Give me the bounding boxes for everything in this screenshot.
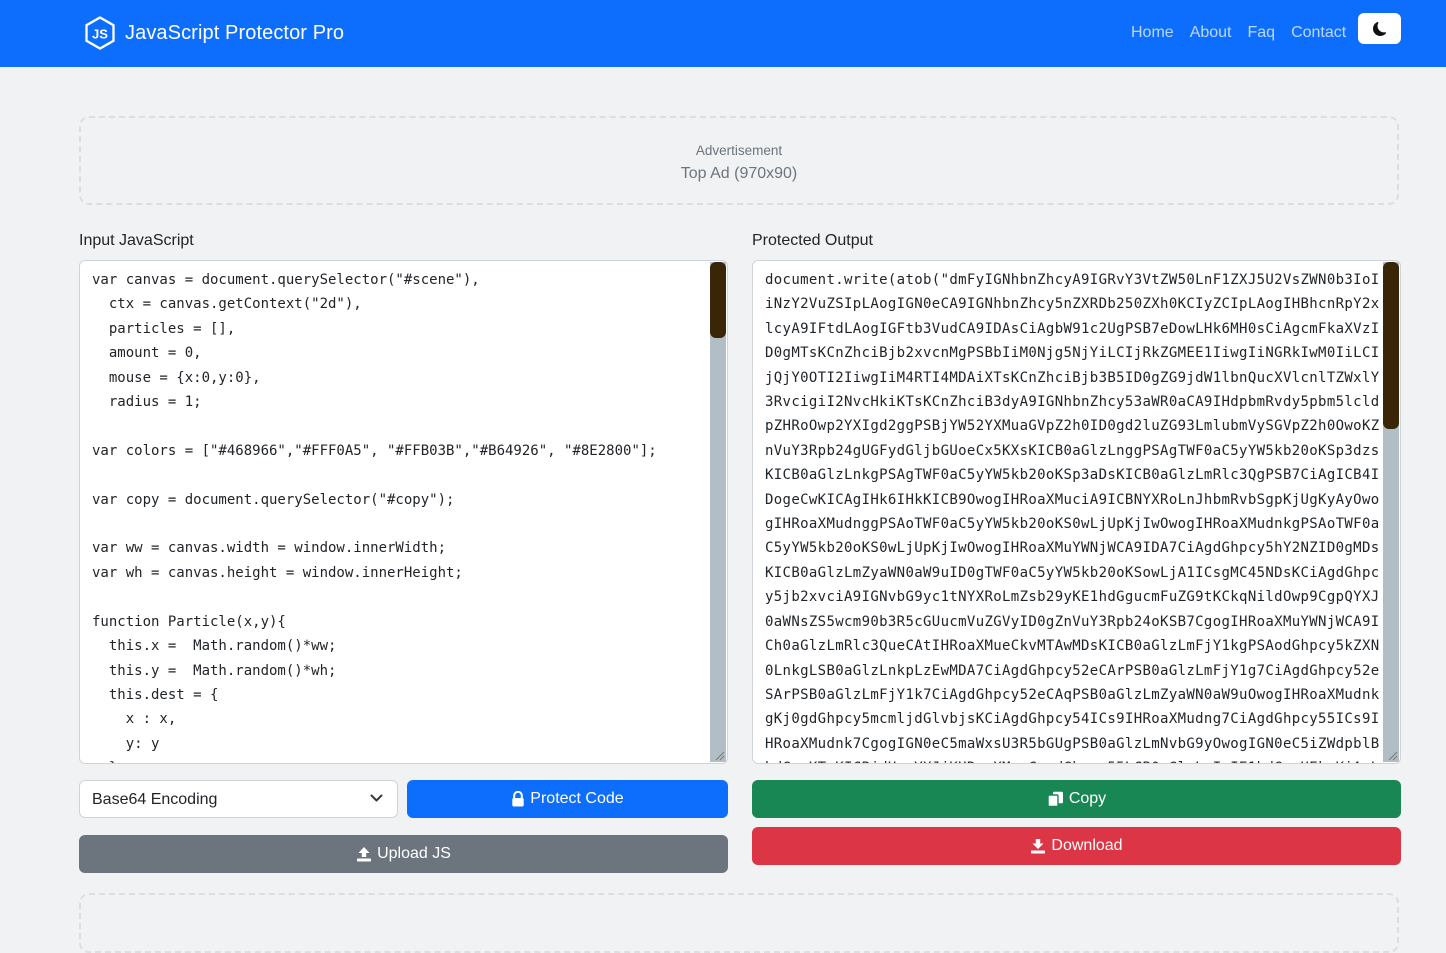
chevron-down-icon [370, 794, 383, 802]
top-ad-slot: Advertisement Top Ad (970x90) [79, 116, 1399, 205]
svg-text:JS: JS [92, 27, 108, 42]
input-code: var canvas = document.querySelector("#sc… [92, 272, 657, 763]
input-label: Input JavaScript [79, 232, 194, 249]
bottom-ad-slot [79, 893, 1399, 953]
brand-title: JavaScript Protector Pro [125, 21, 345, 44]
nav-link-about[interactable]: About [1190, 24, 1232, 42]
input-scrollbar[interactable] [710, 262, 726, 762]
protect-code-label: Protect Code [530, 790, 624, 807]
output-label: Protected Output [752, 232, 873, 249]
lock-icon [512, 791, 524, 807]
nav-links: Home About Faq Contact [1131, 24, 1362, 42]
output-scroll-thumb[interactable] [1383, 262, 1399, 429]
resize-grip-icon[interactable] [713, 749, 725, 761]
navbar: JS JavaScript Protector Pro Home About F… [0, 0, 1446, 67]
copy-label: Copy [1068, 790, 1107, 807]
download-button[interactable]: Download [752, 827, 1401, 865]
output-textarea[interactable]: document.write(atob("dmFyIGNhbnZhcyA9IGR… [752, 260, 1401, 764]
theme-toggle-button[interactable] [1358, 13, 1401, 44]
nav-link-home[interactable]: Home [1131, 24, 1174, 42]
brand-link[interactable]: JS JavaScript Protector Pro [84, 16, 344, 50]
nav-link-contact[interactable]: Contact [1291, 24, 1346, 42]
input-scroll-thumb[interactable] [710, 262, 726, 338]
ad-label: Advertisement [695, 143, 783, 158]
copy-button[interactable]: Copy [752, 780, 1401, 818]
resize-grip-icon[interactable] [1386, 749, 1398, 761]
encoding-select[interactable]: Base64 Encoding [79, 780, 398, 818]
protect-code-button[interactable]: Protect Code [407, 780, 728, 818]
output-code: document.write(atob("dmFyIGNhbnZhcyA9IGR… [765, 272, 1380, 763]
moon-icon [1372, 21, 1386, 36]
ad-size: Top Ad (970x90) [680, 165, 798, 182]
download-label: Download [1051, 837, 1123, 854]
output-scrollbar[interactable] [1383, 262, 1399, 762]
upload-icon [357, 847, 372, 862]
download-icon [1031, 839, 1046, 854]
nodejs-logo-icon: JS [85, 16, 115, 50]
input-textarea[interactable]: var canvas = document.querySelector("#sc… [79, 260, 728, 764]
encoding-select-value: Base64 Encoding [92, 791, 218, 808]
copy-icon [1047, 791, 1063, 807]
nav-link-faq[interactable]: Faq [1248, 24, 1276, 42]
upload-js-button[interactable]: Upload JS [79, 835, 728, 873]
upload-js-label: Upload JS [377, 845, 451, 862]
